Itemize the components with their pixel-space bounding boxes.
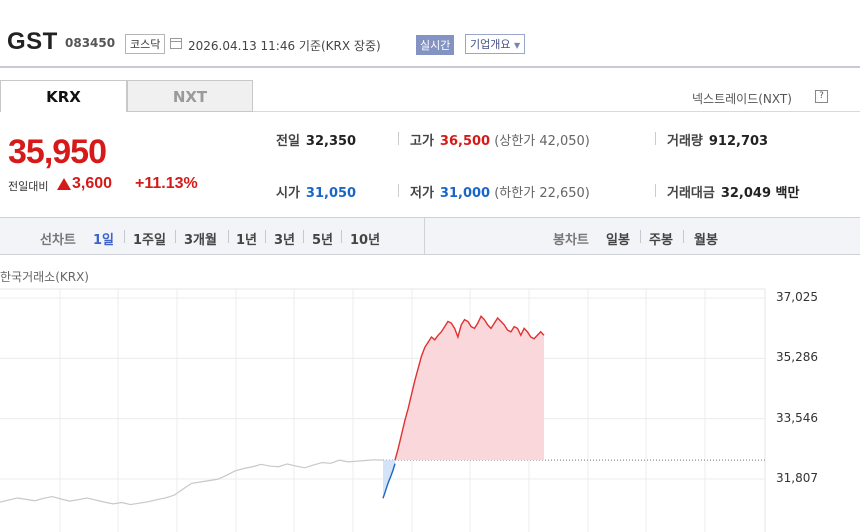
price-chart [0,288,766,532]
y-tick-label: 33,546 [776,410,818,425]
y-tick-label: 31,807 [776,471,818,485]
previous-day-line [0,459,384,506]
y-tick-label: 35,286 [776,350,818,365]
y-tick-label: 37,025 [776,290,818,304]
gain-area-fill [395,316,544,461]
